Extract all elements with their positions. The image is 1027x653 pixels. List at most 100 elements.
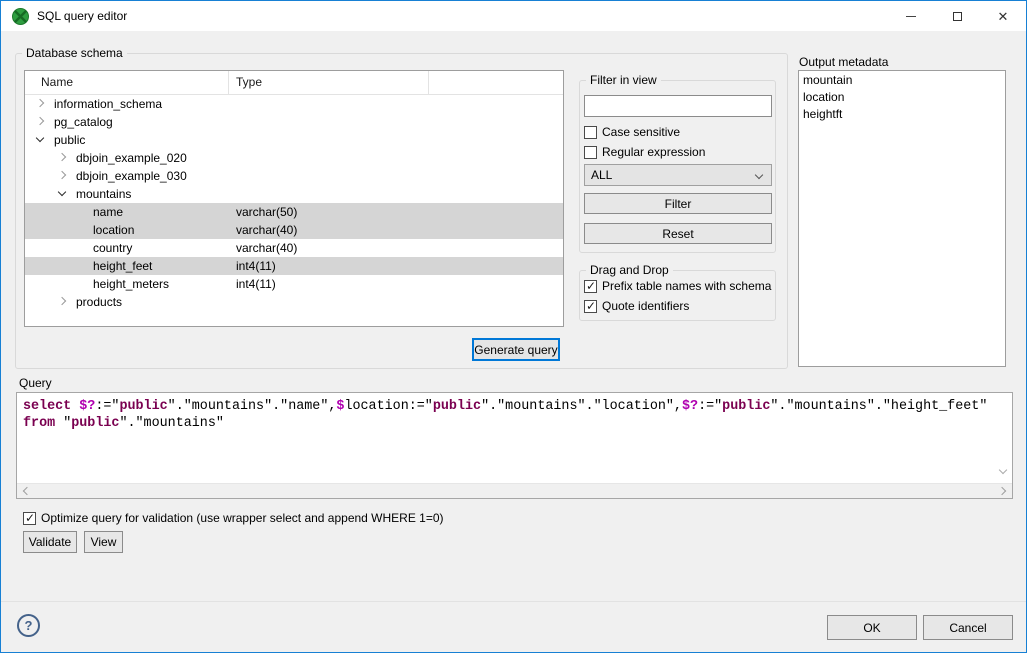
quote-identifiers-checkbox-row[interactable]: Quote identifiers xyxy=(584,298,689,314)
case-sensitive-checkbox[interactable] xyxy=(584,126,597,139)
filter-button[interactable]: Filter xyxy=(584,193,772,214)
column-header-name[interactable]: Name xyxy=(41,75,73,89)
regular-expression-label: Regular expression xyxy=(602,145,705,159)
reset-button-label: Reset xyxy=(662,227,693,241)
app-logo-icon xyxy=(12,8,29,25)
optimize-query-checkbox[interactable] xyxy=(23,512,36,525)
regular-expression-checkbox[interactable] xyxy=(584,146,597,159)
minimize-icon xyxy=(906,16,916,17)
tree-item-name: name xyxy=(93,203,123,221)
close-icon: ✕ xyxy=(998,10,1009,23)
chevron-down-icon xyxy=(755,171,763,179)
query-code-line: select $?:="public"."mountains"."name",$… xyxy=(17,393,1012,415)
title-bar: SQL query editor ✕ xyxy=(1,1,1026,31)
tree-item-name: dbjoin_example_030 xyxy=(76,167,187,185)
window-title: SQL query editor xyxy=(37,9,127,23)
schema-tree-header: Name Type xyxy=(25,71,563,95)
query-label: Query xyxy=(19,376,52,390)
tree-item-name: products xyxy=(76,293,122,311)
cancel-button-label: Cancel xyxy=(949,621,986,635)
tree-row[interactable]: height_feetint4(11) xyxy=(25,257,563,275)
maximize-button[interactable] xyxy=(934,1,980,31)
output-metadata-item[interactable]: location xyxy=(799,89,1005,106)
filter-input[interactable] xyxy=(584,95,772,117)
column-separator[interactable] xyxy=(428,71,429,95)
tree-row[interactable]: pg_catalog xyxy=(25,113,563,131)
output-metadata-label: Output metadata xyxy=(799,55,888,69)
optimize-query-label: Optimize query for validation (use wrapp… xyxy=(41,511,444,525)
tree-row[interactable]: information_schema xyxy=(25,95,563,113)
tree-row[interactable]: location varchar(40) xyxy=(25,221,563,239)
chevron-collapsed-icon[interactable] xyxy=(58,153,66,161)
column-separator[interactable] xyxy=(228,71,229,95)
tree-row[interactable]: dbjoin_example_020 xyxy=(25,149,563,167)
tree-item-name: height_meters xyxy=(93,275,169,293)
tree-row[interactable]: name varchar(50) xyxy=(25,203,563,221)
tree-row[interactable]: mountains xyxy=(25,185,563,203)
tree-row[interactable]: height_meters int4(11) xyxy=(25,275,563,293)
scrollbar-down-icon[interactable] xyxy=(999,466,1007,474)
minimize-button[interactable] xyxy=(888,1,934,31)
scrollbar-right-icon[interactable] xyxy=(998,487,1006,495)
query-editor[interactable]: select $?:="public"."mountains"."name",$… xyxy=(16,392,1013,499)
tree-item-name: dbjoin_example_020 xyxy=(76,149,187,167)
regular-expression-checkbox-row[interactable]: Regular expression xyxy=(584,144,705,160)
validate-button[interactable]: Validate xyxy=(23,531,77,553)
chevron-expanded-icon[interactable] xyxy=(36,134,44,142)
tree-item-type: varchar(40) xyxy=(236,221,297,239)
filter-button-label: Filter xyxy=(665,197,692,211)
generate-query-button[interactable]: Generate query xyxy=(472,338,560,361)
column-header-type[interactable]: Type xyxy=(236,75,262,89)
chevron-collapsed-icon[interactable] xyxy=(36,99,44,107)
ok-button[interactable]: OK xyxy=(827,615,917,640)
tree-item-name: location xyxy=(93,221,134,239)
cancel-button[interactable]: Cancel xyxy=(923,615,1013,640)
query-code-line: from "public"."mountains" xyxy=(17,415,1012,432)
filter-scope-dropdown[interactable]: ALL xyxy=(584,164,772,186)
query-code-area[interactable]: select $?:="public"."mountains"."name",$… xyxy=(17,393,1012,483)
schema-tree-rows: information_schemapg_catalogpublicdbjoin… xyxy=(25,95,563,311)
tree-row[interactable]: dbjoin_example_030 xyxy=(25,167,563,185)
close-button[interactable]: ✕ xyxy=(980,1,1026,31)
case-sensitive-label: Case sensitive xyxy=(602,125,680,139)
tree-item-name: information_schema xyxy=(54,95,162,113)
case-sensitive-checkbox-row[interactable]: Case sensitive xyxy=(584,124,680,140)
reset-button[interactable]: Reset xyxy=(584,223,772,244)
prefix-table-names-checkbox-row[interactable]: Prefix table names with schema xyxy=(584,278,771,294)
chevron-collapsed-icon[interactable] xyxy=(58,171,66,179)
quote-identifiers-checkbox[interactable] xyxy=(584,300,597,313)
tree-item-type: int4(11) xyxy=(236,275,276,293)
prefix-table-names-checkbox[interactable] xyxy=(584,280,597,293)
tree-item-name: mountains xyxy=(76,185,131,203)
question-mark-icon: ? xyxy=(25,618,33,633)
drag-and-drop-group: Drag and Drop Prefix table names with sc… xyxy=(579,270,776,321)
output-metadata-list[interactable]: mountainlocationheightft xyxy=(798,70,1006,367)
tree-row[interactable]: countryvarchar(40) xyxy=(25,239,563,257)
chevron-collapsed-icon[interactable] xyxy=(58,297,66,305)
tree-item-type: varchar(50) xyxy=(236,203,297,221)
tree-item-name: pg_catalog xyxy=(54,113,113,131)
view-button-label: View xyxy=(91,535,117,549)
scrollbar-left-icon[interactable] xyxy=(23,487,31,495)
chevron-expanded-icon[interactable] xyxy=(58,188,66,196)
horizontal-scrollbar[interactable] xyxy=(17,483,1012,498)
tree-item-name: public xyxy=(54,131,85,149)
filter-in-view-label: Filter in view xyxy=(586,73,661,87)
output-metadata-item[interactable]: heightft xyxy=(799,106,1005,123)
help-button[interactable]: ? xyxy=(17,614,40,637)
optimize-query-checkbox-row[interactable]: Optimize query for validation (use wrapp… xyxy=(23,510,444,526)
tree-row[interactable]: public xyxy=(25,131,563,149)
database-schema-label: Database schema xyxy=(22,46,127,60)
tree-item-name: country xyxy=(93,239,132,257)
generate-query-label: Generate query xyxy=(474,343,557,357)
output-metadata-item[interactable]: mountain xyxy=(799,72,1005,89)
chevron-collapsed-icon[interactable] xyxy=(36,117,44,125)
maximize-icon xyxy=(953,12,962,21)
tree-row[interactable]: products xyxy=(25,293,563,311)
schema-tree[interactable]: Name Type information_schemapg_catalogpu… xyxy=(24,70,564,327)
prefix-table-names-label: Prefix table names with schema xyxy=(602,279,771,293)
view-button[interactable]: View xyxy=(84,531,123,553)
drag-and-drop-label: Drag and Drop xyxy=(586,263,673,277)
tree-item-type: int4(11) xyxy=(236,257,276,275)
sql-query-editor-dialog: { "window": { "title": "SQL query editor… xyxy=(0,0,1027,653)
